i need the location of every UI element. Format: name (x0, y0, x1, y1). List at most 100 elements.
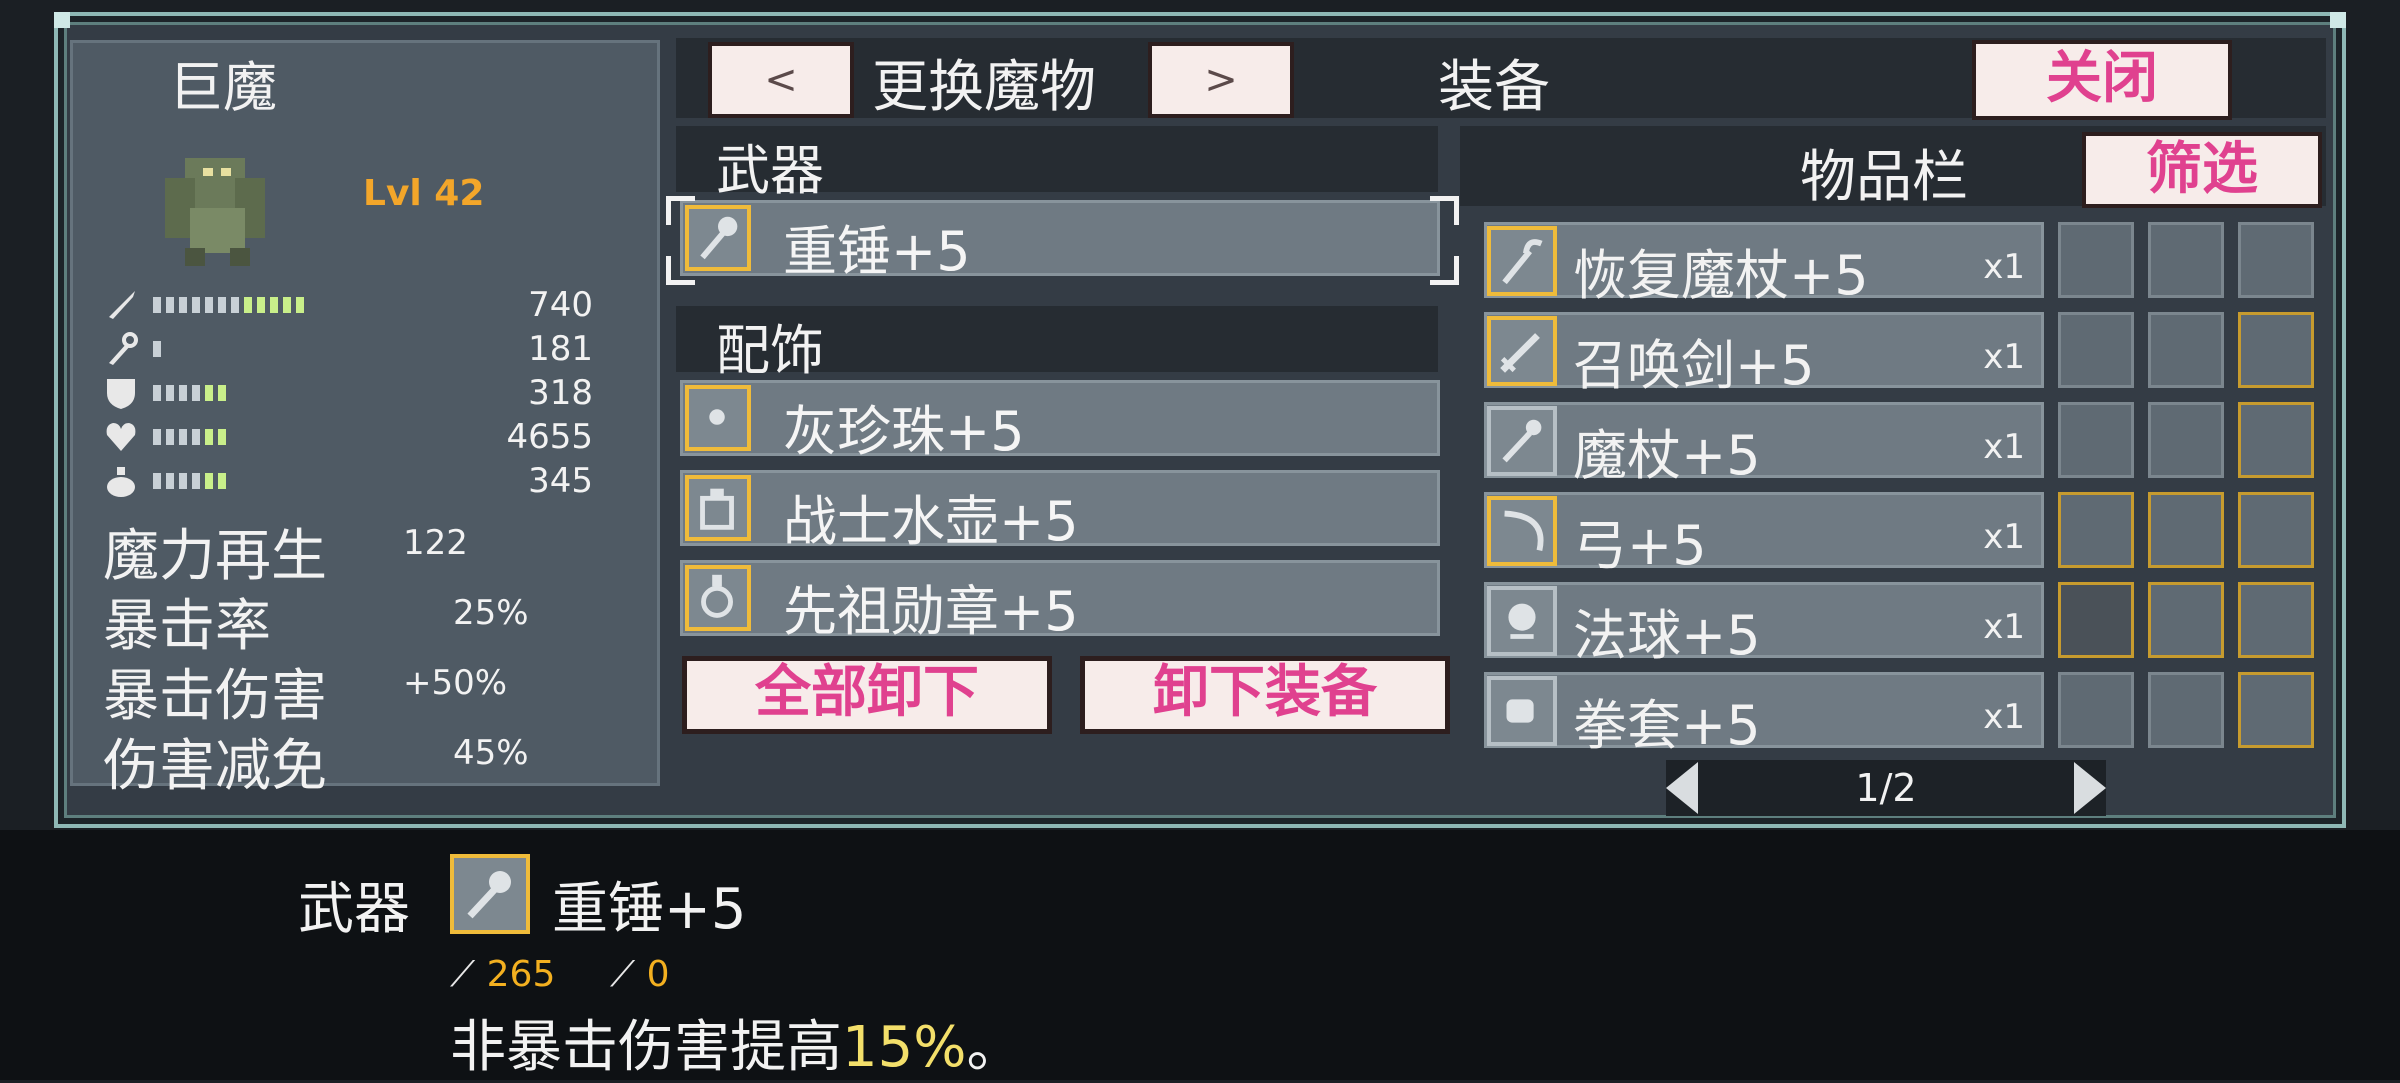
gauntlet-icon[interactable] (2148, 402, 2224, 478)
stat-label: 暴击率 (103, 594, 271, 659)
dagger-icon[interactable] (2238, 222, 2314, 298)
equipment-title: 装备 (1438, 55, 1550, 120)
equipped-accessory[interactable]: 战士水壶+5 (680, 470, 1440, 553)
detail-magic-value: 0 (646, 954, 670, 995)
bow-icon[interactable] (2238, 582, 2314, 658)
monster-level: Lvl 42 (363, 173, 485, 214)
heart-icon (106, 423, 136, 451)
item-qty: x1 (1983, 427, 2025, 467)
selection-corner (1430, 256, 1459, 285)
mace-icon[interactable] (2058, 312, 2134, 388)
item-qty: x1 (1983, 607, 2025, 647)
detail-section-label: 武器 (298, 877, 410, 942)
page-indicator: 1/2 (1855, 766, 1917, 810)
stat-label: 暴击伤害 (103, 664, 327, 729)
stat-row-mana: 345 (103, 461, 633, 501)
detail-attack-stat: ⟋ 265 (450, 954, 555, 996)
pearl-icon (685, 385, 751, 451)
inventory-item[interactable]: 拳套+5 x1 (1484, 672, 2044, 757)
magic-bar (153, 341, 161, 357)
item-name: 法球+5 (1573, 604, 1761, 667)
shuriken-icon[interactable] (2148, 222, 2224, 298)
next-monster-button[interactable]: > (1148, 42, 1294, 118)
stat-row-attack: 740 (103, 285, 633, 325)
attack-value: 740 (528, 285, 593, 325)
branch-icon[interactable] (2238, 492, 2314, 568)
defense-bar (153, 385, 226, 401)
lute-icon[interactable] (2238, 672, 2314, 748)
medal-icon (685, 565, 751, 631)
wand-icon (1487, 406, 1557, 476)
close-button[interactable]: 关闭 (1972, 40, 2232, 120)
inventory-item[interactable]: 弓+5 x1 (1484, 492, 2044, 577)
item-name: 拳套+5 (1573, 694, 1761, 757)
sword-icon[interactable] (2148, 582, 2224, 658)
prev-monster-button[interactable]: < (708, 42, 854, 118)
filter-button[interactable]: 筛选 (2082, 132, 2322, 208)
desc-value: 15% (842, 1015, 967, 1080)
accessory-header: 配饰 (676, 306, 1438, 382)
stat-value: 122 (403, 523, 468, 563)
equipped-accessory[interactable]: 灰珍珠+5 (680, 380, 1440, 463)
flask-icon (685, 475, 751, 541)
item-qty: x1 (1983, 337, 2025, 377)
sword-icon (1487, 316, 1557, 386)
wand-icon (109, 332, 138, 365)
unequip-all-button[interactable]: 全部卸下 (682, 656, 1052, 734)
inventory-item[interactable]: 法球+5 x1 (1484, 582, 2044, 667)
item-qty: x1 (1983, 517, 2025, 557)
health-value: 4655 (506, 417, 593, 457)
stat-value: 45% (453, 733, 529, 773)
item-name: 恢复魔杖+5 (1573, 244, 1869, 307)
attack-bar (153, 297, 304, 313)
orb-icon (1487, 586, 1557, 656)
item-name: 魔杖+5 (1573, 424, 1761, 487)
stat-value: +50% (403, 663, 508, 703)
bow-icon[interactable] (2058, 492, 2134, 568)
gauntlet-icon (1487, 676, 1557, 746)
mace-icon[interactable] (2058, 582, 2134, 658)
selection-corner (1430, 196, 1459, 225)
shield-icon (107, 379, 135, 409)
inventory-item[interactable]: 召唤剑+5 x1 (1484, 312, 2044, 397)
inventory-item[interactable]: 恢复魔杖+5 x1 (1484, 222, 2044, 307)
idol-icon[interactable] (2058, 402, 2134, 478)
inventory-pager: 1/2 (1666, 760, 2106, 816)
health-bar (153, 429, 226, 445)
accessory-name: 战士水壶+5 (783, 490, 1079, 553)
desc-prefix: 非暴击伤害提高 (450, 1015, 842, 1080)
monster-name: 巨魔 (169, 56, 277, 119)
defense-value: 318 (528, 373, 593, 413)
stat-crit-rate: 暴击率 25% (103, 581, 633, 659)
inventory-item[interactable]: 魔杖+5 x1 (1484, 402, 2044, 487)
desc-suffix: 。 (966, 1015, 1023, 1080)
hook-staff-icon (1487, 226, 1557, 296)
inventory-title: 物品栏 (1800, 145, 1968, 210)
sword-icon[interactable] (2238, 402, 2314, 478)
stat-damage-reduction: 伤害减免 45% (103, 721, 633, 799)
equipped-weapon[interactable]: 重锤+5 (680, 200, 1440, 283)
orb-icon[interactable] (2148, 312, 2224, 388)
item-name: 弓+5 (1573, 514, 1707, 577)
page-next-arrow-icon[interactable] (2074, 762, 2106, 814)
stat-mana-regen: 魔力再生 122 (103, 511, 633, 589)
claw-icon[interactable] (2058, 222, 2134, 298)
mana-bar (153, 473, 226, 489)
troll-sprite-icon (165, 158, 265, 266)
stat-row-defense: 318 (103, 373, 633, 413)
magic-value: 181 (528, 329, 593, 369)
window-corner (2330, 12, 2346, 28)
unequip-button[interactable]: 卸下装备 (1080, 656, 1450, 734)
mana-value: 345 (528, 461, 593, 501)
idol-icon[interactable] (2058, 672, 2134, 748)
sword-icon: ⟋ (450, 954, 476, 995)
equipped-accessory[interactable]: 先祖勋章+5 (680, 560, 1440, 643)
gauntlet-icon[interactable] (2148, 672, 2224, 748)
window-corner (54, 12, 70, 28)
stat-value: 25% (453, 593, 529, 633)
detail-magic-stat: ⟋ 0 (610, 954, 670, 996)
staff-icon[interactable] (2148, 492, 2224, 568)
weapon-header: 武器 (676, 126, 1438, 202)
detail-description: 非暴击伤害提高15%。 (450, 1002, 1022, 1083)
sword-icon[interactable] (2238, 312, 2314, 388)
